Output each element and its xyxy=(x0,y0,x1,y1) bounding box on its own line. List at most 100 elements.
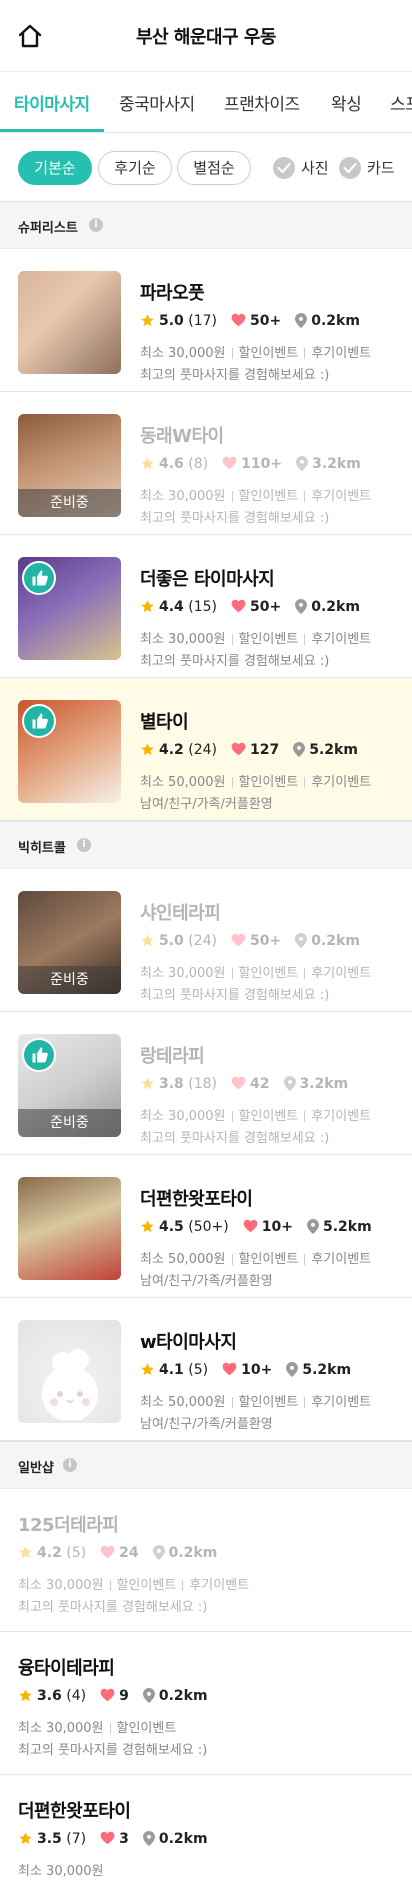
tab-waxing[interactable]: 왁싱 xyxy=(331,90,362,115)
shop-meta: 최소 30,000원 할인이벤트 후기이벤트 xyxy=(140,342,402,361)
likes: 127 xyxy=(231,742,279,758)
rating: 3.6 (4) xyxy=(18,1688,86,1704)
shop-info: 더편한왓포타이 3.5 (7) 3 0.2km 최소 30,000원 xyxy=(18,1797,402,1879)
check-icon xyxy=(273,156,295,179)
shop-info: 125더테라피 4.2 (5) 24 0.2km 최소 30,000원 할인이벤트 후기이벤… xyxy=(18,1511,402,1615)
shop-list-item[interactable]: 준비중 동래W타이 4.6 (8) 110+ 3.2km 최소 30,000원 할인이벤트 후… xyxy=(0,392,412,535)
shop-info: 더편한왓포타이 4.5 (50+) 10+ 5.2km 최소 50,000원 할인이벤트 후… xyxy=(140,1185,402,1289)
tab-franchise[interactable]: 프랜차이즈 xyxy=(224,90,300,115)
tab-sports[interactable]: 스포 xyxy=(390,90,412,115)
shop-stats: 4.2 (24) 127 5.2km xyxy=(140,741,402,762)
distance: 0.2km xyxy=(295,932,360,949)
shop-list-item[interactable]: 파라오풋 5.0 (17) 50+ 0.2km 최소 30,000원 할인이벤트 후기이벤트… xyxy=(0,249,412,392)
shop-name: 동래W타이 xyxy=(140,426,224,447)
likes: 42 xyxy=(231,1076,270,1092)
min-price: 최소 30,000원 xyxy=(140,346,226,361)
event-tag: 후기이벤트 xyxy=(311,966,372,981)
section-title: 슈퍼리스트 xyxy=(18,221,78,236)
min-price: 최소 50,000원 xyxy=(140,775,226,790)
shop-list-item[interactable]: w타이마사지 4.1 (5) 10+ 5.2km 최소 50,000원 할인이벤트 후기이벤… xyxy=(0,1298,412,1441)
shop-thumbnail: 준비중 xyxy=(18,414,121,517)
shop-meta: 최소 30,000원 할인이벤트 후기이벤트 xyxy=(18,1574,402,1593)
shop-list-item[interactable]: 125더테라피 4.2 (5) 24 0.2km 최소 30,000원 할인이벤트 후기이벤… xyxy=(0,1489,412,1632)
shop-info: 융타이테라피 3.6 (4) 9 0.2km 최소 30,000원 할인이벤트 최고의 풋마… xyxy=(18,1654,402,1758)
shop-description: 최고의 풋마사지를 경험해보세요 :) xyxy=(18,1743,208,1758)
event-tag: 할인이벤트 xyxy=(116,1578,177,1593)
location-title[interactable]: 부산 해운대구 우동 xyxy=(0,23,412,49)
section-header: 슈퍼리스트 i xyxy=(0,201,412,249)
shop-list-item[interactable]: 더편한왓포타이 3.5 (7) 3 0.2km 최소 30,000원 xyxy=(0,1775,412,1890)
star-icon xyxy=(140,933,159,949)
card-filter-checkbox[interactable]: 카드 xyxy=(339,155,395,181)
shop-info: 파라오풋 5.0 (17) 50+ 0.2km 최소 30,000원 할인이벤트 후기이벤트… xyxy=(140,279,402,383)
info-icon[interactable]: i xyxy=(63,1458,77,1472)
shop-stats: 3.6 (4) 9 0.2km xyxy=(18,1687,402,1708)
event-tag: 할인이벤트 xyxy=(116,1721,177,1736)
shop-list-item[interactable]: 준비중 랑테라피 3.8 (18) 42 3.2km 최소 30,000원 할인이벤트 후기이… xyxy=(0,1012,412,1155)
location-pin-icon xyxy=(295,312,311,329)
min-price: 최소 30,000원 xyxy=(18,1578,104,1593)
shop-stats: 4.5 (50+) 10+ 5.2km xyxy=(140,1218,402,1239)
shop-list-item[interactable]: 준비중 샤인테라피 5.0 (24) 50+ 0.2km 최소 30,000원 할인이벤트 후… xyxy=(0,869,412,1012)
info-icon[interactable]: i xyxy=(89,218,103,232)
shop-stats: 4.2 (5) 24 0.2km xyxy=(18,1544,402,1565)
min-price: 최소 30,000원 xyxy=(140,1109,226,1124)
shop-description: 남여/친구/가족/커플환영 xyxy=(140,797,273,812)
likes: 9 xyxy=(100,1688,129,1704)
star-icon xyxy=(18,1831,37,1847)
sort-review-chip[interactable]: 후기순 xyxy=(98,151,172,185)
likes: 50+ xyxy=(231,313,281,329)
shop-stats: 5.0 (24) 50+ 0.2km xyxy=(140,932,402,953)
min-price: 최소 30,000원 xyxy=(140,489,226,504)
rating: 4.4 (15) xyxy=(140,599,217,615)
shop-name: 샤인테라피 xyxy=(140,903,221,924)
shop-list-item[interactable]: 더좋은 타이마사지 4.4 (15) 50+ 0.2km 최소 30,000원 할인이벤트… xyxy=(0,535,412,678)
shop-description: 남여/친구/가족/커플환영 xyxy=(140,1417,273,1432)
shop-stats: 5.0 (17) 50+ 0.2km xyxy=(140,312,402,333)
sort-rating-chip[interactable]: 별점순 xyxy=(177,151,251,185)
sort-default-chip[interactable]: 기본순 xyxy=(18,151,92,185)
shop-meta: 최소 50,000원 할인이벤트 후기이벤트 xyxy=(140,1391,402,1410)
event-tag: 후기이벤트 xyxy=(189,1578,250,1593)
info-icon[interactable]: i xyxy=(77,838,91,852)
shop-list-item[interactable]: 융타이테라피 3.6 (4) 9 0.2km 최소 30,000원 할인이벤트 최고의 풋마… xyxy=(0,1632,412,1775)
shop-meta: 최소 30,000원 할인이벤트 후기이벤트 xyxy=(140,628,402,647)
photo-filter-checkbox[interactable]: 사진 xyxy=(273,155,329,181)
star-icon xyxy=(140,1362,159,1378)
shop-name: w타이마사지 xyxy=(140,1332,237,1353)
likes: 10+ xyxy=(222,1362,272,1378)
shop-description: 최고의 풋마사지를 경험해보세요 :) xyxy=(18,1600,208,1615)
recommend-thumbs-up-icon xyxy=(22,1038,56,1072)
shop-stats: 4.4 (15) 50+ 0.2km xyxy=(140,598,402,619)
rating: 4.1 (5) xyxy=(140,1362,208,1378)
heart-icon xyxy=(231,933,250,949)
heart-icon xyxy=(231,1076,250,1092)
location-pin-icon xyxy=(296,455,312,472)
rating: 4.6 (8) xyxy=(140,456,208,472)
likes: 3 xyxy=(100,1831,129,1847)
shop-meta: 최소 30,000원 xyxy=(18,1860,402,1879)
event-tag: 할인이벤트 xyxy=(238,1252,299,1267)
section-title: 빅히트콜 xyxy=(18,841,66,856)
tab-chinese-massage[interactable]: 중국마사지 xyxy=(119,90,195,115)
event-tag: 후기이벤트 xyxy=(311,1252,372,1267)
location-pin-icon xyxy=(295,932,311,949)
event-tag: 할인이벤트 xyxy=(238,632,299,647)
min-price: 최소 30,000원 xyxy=(18,1721,104,1736)
preparing-overlay: 준비중 xyxy=(18,966,121,994)
tab-thai-massage[interactable]: 타이마사지 xyxy=(14,90,90,115)
check-icon xyxy=(339,156,361,179)
location-pin-icon xyxy=(306,1218,323,1235)
shop-list-item[interactable]: 별타이 4.2 (24) 127 5.2km 최소 50,000원 할인이벤트 후기이벤트 남… xyxy=(0,678,412,821)
shop-stats: 4.1 (5) 10+ 5.2km xyxy=(140,1361,402,1382)
star-icon xyxy=(140,599,159,615)
shop-name: 파라오풋 xyxy=(140,283,205,304)
location-pin-icon xyxy=(142,1830,159,1847)
shop-list-item[interactable]: 더편한왓포타이 4.5 (50+) 10+ 5.2km 최소 50,000원 할인이벤트 후… xyxy=(0,1155,412,1298)
star-icon xyxy=(140,456,159,472)
shop-description: 최고의 풋마사지를 경험해보세요 :) xyxy=(140,988,330,1003)
shop-info: 더좋은 타이마사지 4.4 (15) 50+ 0.2km 최소 30,000원 할인이벤트… xyxy=(140,565,402,669)
shop-meta: 최소 30,000원 할인이벤트 후기이벤트 xyxy=(140,1105,402,1124)
location-pin-icon xyxy=(295,598,311,615)
event-tag: 할인이벤트 xyxy=(238,489,299,504)
